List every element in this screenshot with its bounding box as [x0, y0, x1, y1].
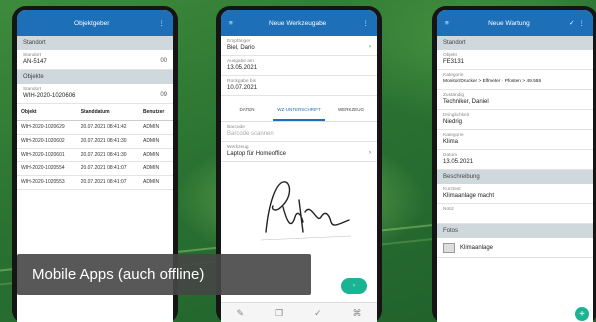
app-bar: Objektgeber ⋮ — [17, 10, 173, 36]
field-zustaendig[interactable]: Zuständig Techniker, Daniel — [437, 90, 593, 110]
field-ausgabe[interactable]: Ausgabe am 13.05.2021 — [221, 56, 377, 76]
pen-icon[interactable]: ✎ — [236, 308, 244, 319]
field-dringlichkeit[interactable]: Dringlichkeit Niedrig — [437, 110, 593, 130]
field-kategorie2[interactable]: Kategorie Klima — [437, 130, 593, 150]
table-row[interactable]: WIH-2020-1020554 20.07.2021 08:41:07 ADMIN — [17, 161, 173, 176]
field-objekt[interactable]: Objekt FE3131 — [437, 50, 593, 70]
photo-item[interactable]: Klimaanlage — [437, 238, 593, 258]
section-header: Beschreibung — [437, 170, 593, 184]
copy-icon[interactable]: ❐ — [275, 308, 283, 319]
caption-banner: Mobile Apps (auch offline) — [17, 254, 311, 295]
tab-werkzeug[interactable]: WERKZEUG — [325, 100, 377, 121]
more-icon[interactable]: ⋮ — [159, 19, 166, 27]
image-icon — [443, 242, 455, 253]
check-icon[interactable]: ✓ — [314, 308, 322, 319]
signature[interactable] — [221, 162, 377, 252]
field-objekt[interactable]: Standort WIH-2020-1020606 09 — [17, 84, 173, 104]
check-icon[interactable]: ✓ — [569, 19, 574, 27]
app-title: Objektgeber — [74, 19, 110, 27]
app-title: Neue Wartung — [488, 19, 530, 27]
app-title: Neue Werkzeugabe — [268, 19, 327, 27]
app-bar: ≡ Neue Wartung ✓ ⋮ — [437, 10, 593, 36]
tab-unterschrift[interactable]: WZ-UNTERSCHRIFT — [273, 100, 325, 121]
field-empfaenger[interactable]: Empfänger Biel, Dario › — [221, 36, 377, 56]
attach-icon[interactable]: ⌘ — [353, 308, 362, 319]
phone-wartung: ≡ Neue Wartung ✓ ⋮ Standort Objekt FE3131 Ka… — [432, 6, 596, 322]
section-header: Objekte — [17, 70, 173, 84]
bottom-bar: ✎ ❐ ✓ ⌘ — [221, 302, 377, 322]
field-datum[interactable]: Datum 13.05.2021 — [437, 150, 593, 170]
tab-bar: DATEN WZ-UNTERSCHRIFT WERKZEUG — [221, 100, 377, 122]
col-header: Standdatum — [76, 104, 139, 121]
app-bar: ≡ Neue Werkzeugabe ⋮ — [221, 10, 377, 36]
section-header: Standort — [17, 36, 173, 50]
field-rueckgabe[interactable]: Rückgabe bis 10.07.2021 — [221, 76, 377, 96]
tab-daten[interactable]: DATEN — [221, 100, 273, 121]
table-row[interactable]: WIH-2020-1020602 20.07.2021 08:41:30 ADMIN — [17, 134, 173, 149]
barcode-field[interactable]: Barcode Barcode scannen — [221, 122, 377, 142]
field-standort[interactable]: Standort AN-5147 00 — [17, 50, 173, 70]
table-row[interactable]: WIH-2020-1020601 20.07.2021 08:41:30 ADMIN — [17, 148, 173, 163]
field-notiz[interactable]: Notiz — [437, 204, 593, 224]
col-header: Objekt — [17, 104, 77, 121]
objects-table: Objekt Standdatum Benutzer WIH-2020-102062… — [17, 104, 173, 190]
more-icon[interactable]: ⋮ — [363, 19, 370, 27]
table-row[interactable]: WIH-2020-1020629 20.07.2021 08:41:42 ADMIN — [17, 120, 173, 135]
section-header: Fotos — [437, 224, 593, 238]
section-header: Standort — [437, 36, 593, 50]
field-kurztext[interactable]: Kurztext Klimaanlage macht — [437, 184, 593, 204]
signature-drawing — [260, 181, 352, 241]
table-row[interactable]: WIH-2020-1020553 20.07.2021 08:41:07 ADMIN — [17, 175, 173, 190]
field-kategorie[interactable]: Kategorie Monitor/Drucker > Elfmeter · Pf… — [437, 70, 593, 90]
werkzeug-field[interactable]: Werkzeug Laptop für Homeoffice › — [221, 142, 377, 162]
col-header: Benutzer — [138, 104, 173, 121]
more-icon[interactable]: ⋮ — [579, 19, 586, 27]
add-fab[interactable]: + — [575, 307, 589, 321]
save-fab[interactable]: › — [341, 278, 367, 294]
